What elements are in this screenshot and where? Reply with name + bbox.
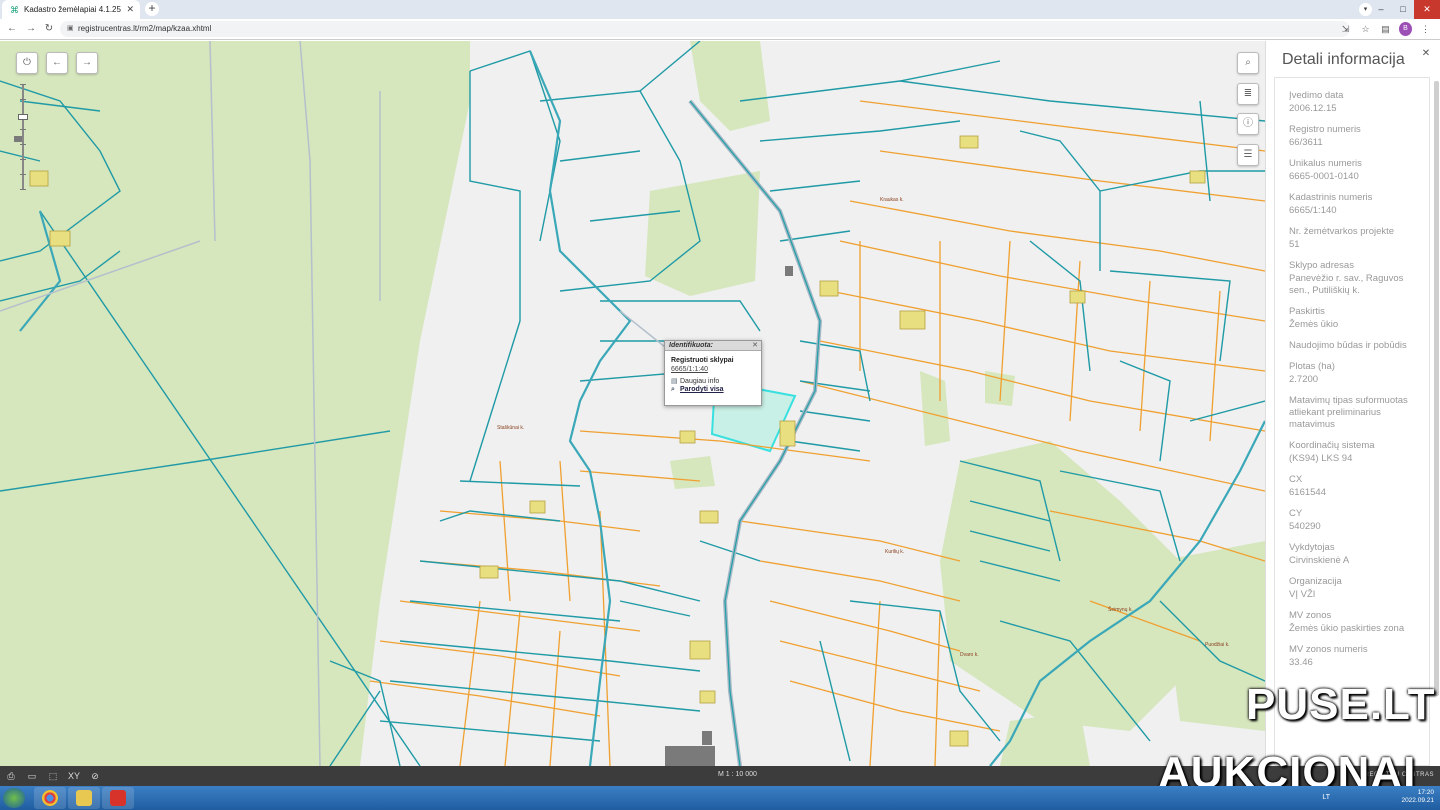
map-scale: M 1 : 10 000 xyxy=(718,771,757,778)
clock[interactable]: 17:20 2022.09.21 xyxy=(1401,789,1434,805)
popup-parcel-link[interactable]: 6665/1:1:40 xyxy=(665,364,761,373)
field-mv-zone-number: MV zonos numeris 33.46 xyxy=(1289,644,1368,668)
show-all-link[interactable]: ⌕ Parodyti visa xyxy=(665,385,761,394)
field-address: Sklypo adresas Panevėžio r. sav., Raguvos… xyxy=(1289,260,1404,296)
place-label: Šeimynų k. xyxy=(1108,606,1133,613)
place-label: Kraukas k. xyxy=(880,197,904,203)
menu-kebab-icon[interactable]: ⋮ xyxy=(1419,22,1432,36)
reload-icon[interactable]: ↻ xyxy=(42,22,56,36)
place-label: Kurilių k. xyxy=(885,549,904,555)
field-mv-zones: MV zonos Žemės ūkio paskirties zona xyxy=(1289,610,1405,634)
chrome-taskbar-icon[interactable] xyxy=(34,787,66,809)
back-arrow-icon[interactable]: ← xyxy=(5,22,19,36)
select-area-icon[interactable]: ⬚ xyxy=(47,770,59,782)
maximize-icon[interactable]: □ xyxy=(1392,0,1414,19)
field-measurement-type: Matavimų tipas suformuotas atliekant pre… xyxy=(1289,395,1408,430)
url-field[interactable]: ▣ registrucentras.lt/rm2/map/kzaa.xhtml xyxy=(60,21,1350,37)
field-area: Plotas (ha) 2.7200 xyxy=(1289,361,1335,385)
info-icon[interactable]: ⓘ xyxy=(1237,113,1259,135)
detail-panel: Detali informacija ✕ Įvedimo data 2006.12… xyxy=(1265,41,1440,766)
lock-icon: ▣ xyxy=(67,25,74,32)
toolbar-right: ⇲ ☆ ▤ B ⋮ xyxy=(1339,22,1432,36)
search-icon[interactable]: ⌕ xyxy=(1237,52,1259,74)
more-info-link[interactable]: ▤ Daugiau info xyxy=(665,373,761,385)
map-canvas[interactable]: Kraukas k. Staškūnai k. Kurilių k. Puodž… xyxy=(0,41,1265,766)
explorer-taskbar-icon[interactable] xyxy=(68,787,100,809)
pdf-taskbar-icon[interactable] xyxy=(102,787,134,809)
share-icon[interactable]: ⇲ xyxy=(1339,22,1352,36)
status-tools: ⎙ ▭ ⬚ XY ⊘ xyxy=(5,770,101,782)
zoom-thumb[interactable] xyxy=(18,114,28,120)
identify-popup: Identifikuota: ✕ Registruoti sklypai 666… xyxy=(664,340,762,406)
place-label: Dvaro k. xyxy=(960,652,979,658)
field-usage: Naudojimo būdas ir pobūdis xyxy=(1289,340,1407,351)
back-extent-icon[interactable]: ← xyxy=(46,52,68,74)
measure-icon[interactable]: ▭ xyxy=(26,770,38,782)
forest-areas xyxy=(0,41,1265,766)
field-executor: Vykdytojas Cirvinskienė A xyxy=(1289,542,1350,566)
panel-title: Detali informacija xyxy=(1282,51,1405,68)
popup-close-icon[interactable]: ✕ xyxy=(752,341,758,351)
field-purpose: Paskirtis Žemės ūkio xyxy=(1289,306,1339,330)
field-cx: CX 6161544 xyxy=(1289,474,1326,498)
field-project-number: Nr. žemėtvarkos projekte 51 xyxy=(1289,226,1395,250)
map-favicon-icon: ⌘ xyxy=(10,4,19,15)
start-button-icon[interactable] xyxy=(3,788,25,808)
document-icon[interactable]: ☰ xyxy=(1237,144,1259,166)
browser-tab-bar: ⌘ Kadastro žemėlapiai 4.1.25 ✕ + ▾ – □ ✕ xyxy=(0,0,1440,19)
cadastre-map[interactable]: Kraukas k. Staškūnai k. Kurilių k. Puodž… xyxy=(0,41,1265,766)
field-register-number: Registro numeris 66/3611 xyxy=(1289,124,1361,148)
field-unique-number: Unikalus numeris 6665-0001-0140 xyxy=(1289,158,1362,182)
print-icon[interactable]: ⎙ xyxy=(5,770,17,782)
close-tab-icon[interactable]: ✕ xyxy=(126,4,134,15)
field-coordinate-system: Koordinačių sistema (KS94) LKS 94 xyxy=(1289,440,1375,464)
magnifier-icon: ⌕ xyxy=(671,386,675,393)
windows-taskbar: LT 17:20 2022.09.21 xyxy=(0,786,1440,810)
popup-title: Registruoti sklypai xyxy=(671,357,734,364)
field-entry-date: Įvedimo data 2006.12.15 xyxy=(1289,90,1344,114)
url-text: registrucentras.lt/rm2/map/kzaa.xhtml xyxy=(78,24,212,33)
place-label: Staškūnai k. xyxy=(497,425,524,431)
layers-icon[interactable]: ≣ xyxy=(1237,83,1259,105)
minimize-icon[interactable]: – xyxy=(1370,0,1392,19)
browser-tab[interactable]: ⌘ Kadastro žemėlapiai 4.1.25 ✕ xyxy=(2,0,140,19)
new-tab-button[interactable]: + xyxy=(145,2,159,16)
document-icon: ▤ xyxy=(671,378,678,385)
star-icon[interactable]: ☆ xyxy=(1359,22,1372,36)
forward-arrow-icon[interactable]: → xyxy=(24,22,38,36)
close-window-icon[interactable]: ✕ xyxy=(1414,0,1440,19)
forward-extent-icon[interactable]: → xyxy=(76,52,98,74)
field-cadastral-number: Kadastrinis numeris 6665/1:140 xyxy=(1289,192,1373,216)
xy-coordinates-icon[interactable]: XY xyxy=(68,770,80,782)
zoom-slider[interactable] xyxy=(18,84,28,190)
address-bar-row: ← → ↻ ▣ registrucentras.lt/rm2/map/kzaa.… xyxy=(0,19,1440,40)
eraser-icon[interactable]: ⊘ xyxy=(89,770,101,782)
watermark-line1: PUSE.LT xyxy=(1246,680,1436,729)
window-controls: – □ ✕ xyxy=(1370,0,1440,19)
language-indicator[interactable]: LT xyxy=(1322,794,1330,801)
field-cy: CY 540290 xyxy=(1289,508,1321,532)
sidepanel-icon[interactable]: ▤ xyxy=(1379,22,1392,36)
popup-header: Identifikuota: xyxy=(665,341,761,351)
tab-title: Kadastro žemėlapiai 4.1.25 xyxy=(24,5,121,14)
power-icon[interactable]: ⏻ xyxy=(16,52,38,74)
detail-fields: Įvedimo data 2006.12.15 Registro numeris 6… xyxy=(1274,77,1430,766)
profile-avatar[interactable]: B xyxy=(1399,22,1412,36)
place-label: Puodžiai k. xyxy=(1205,642,1229,648)
close-panel-icon[interactable]: ✕ xyxy=(1418,46,1434,62)
field-organization: Organizacija VĮ VŽI xyxy=(1289,576,1342,600)
panel-scrollbar[interactable] xyxy=(1434,81,1439,696)
